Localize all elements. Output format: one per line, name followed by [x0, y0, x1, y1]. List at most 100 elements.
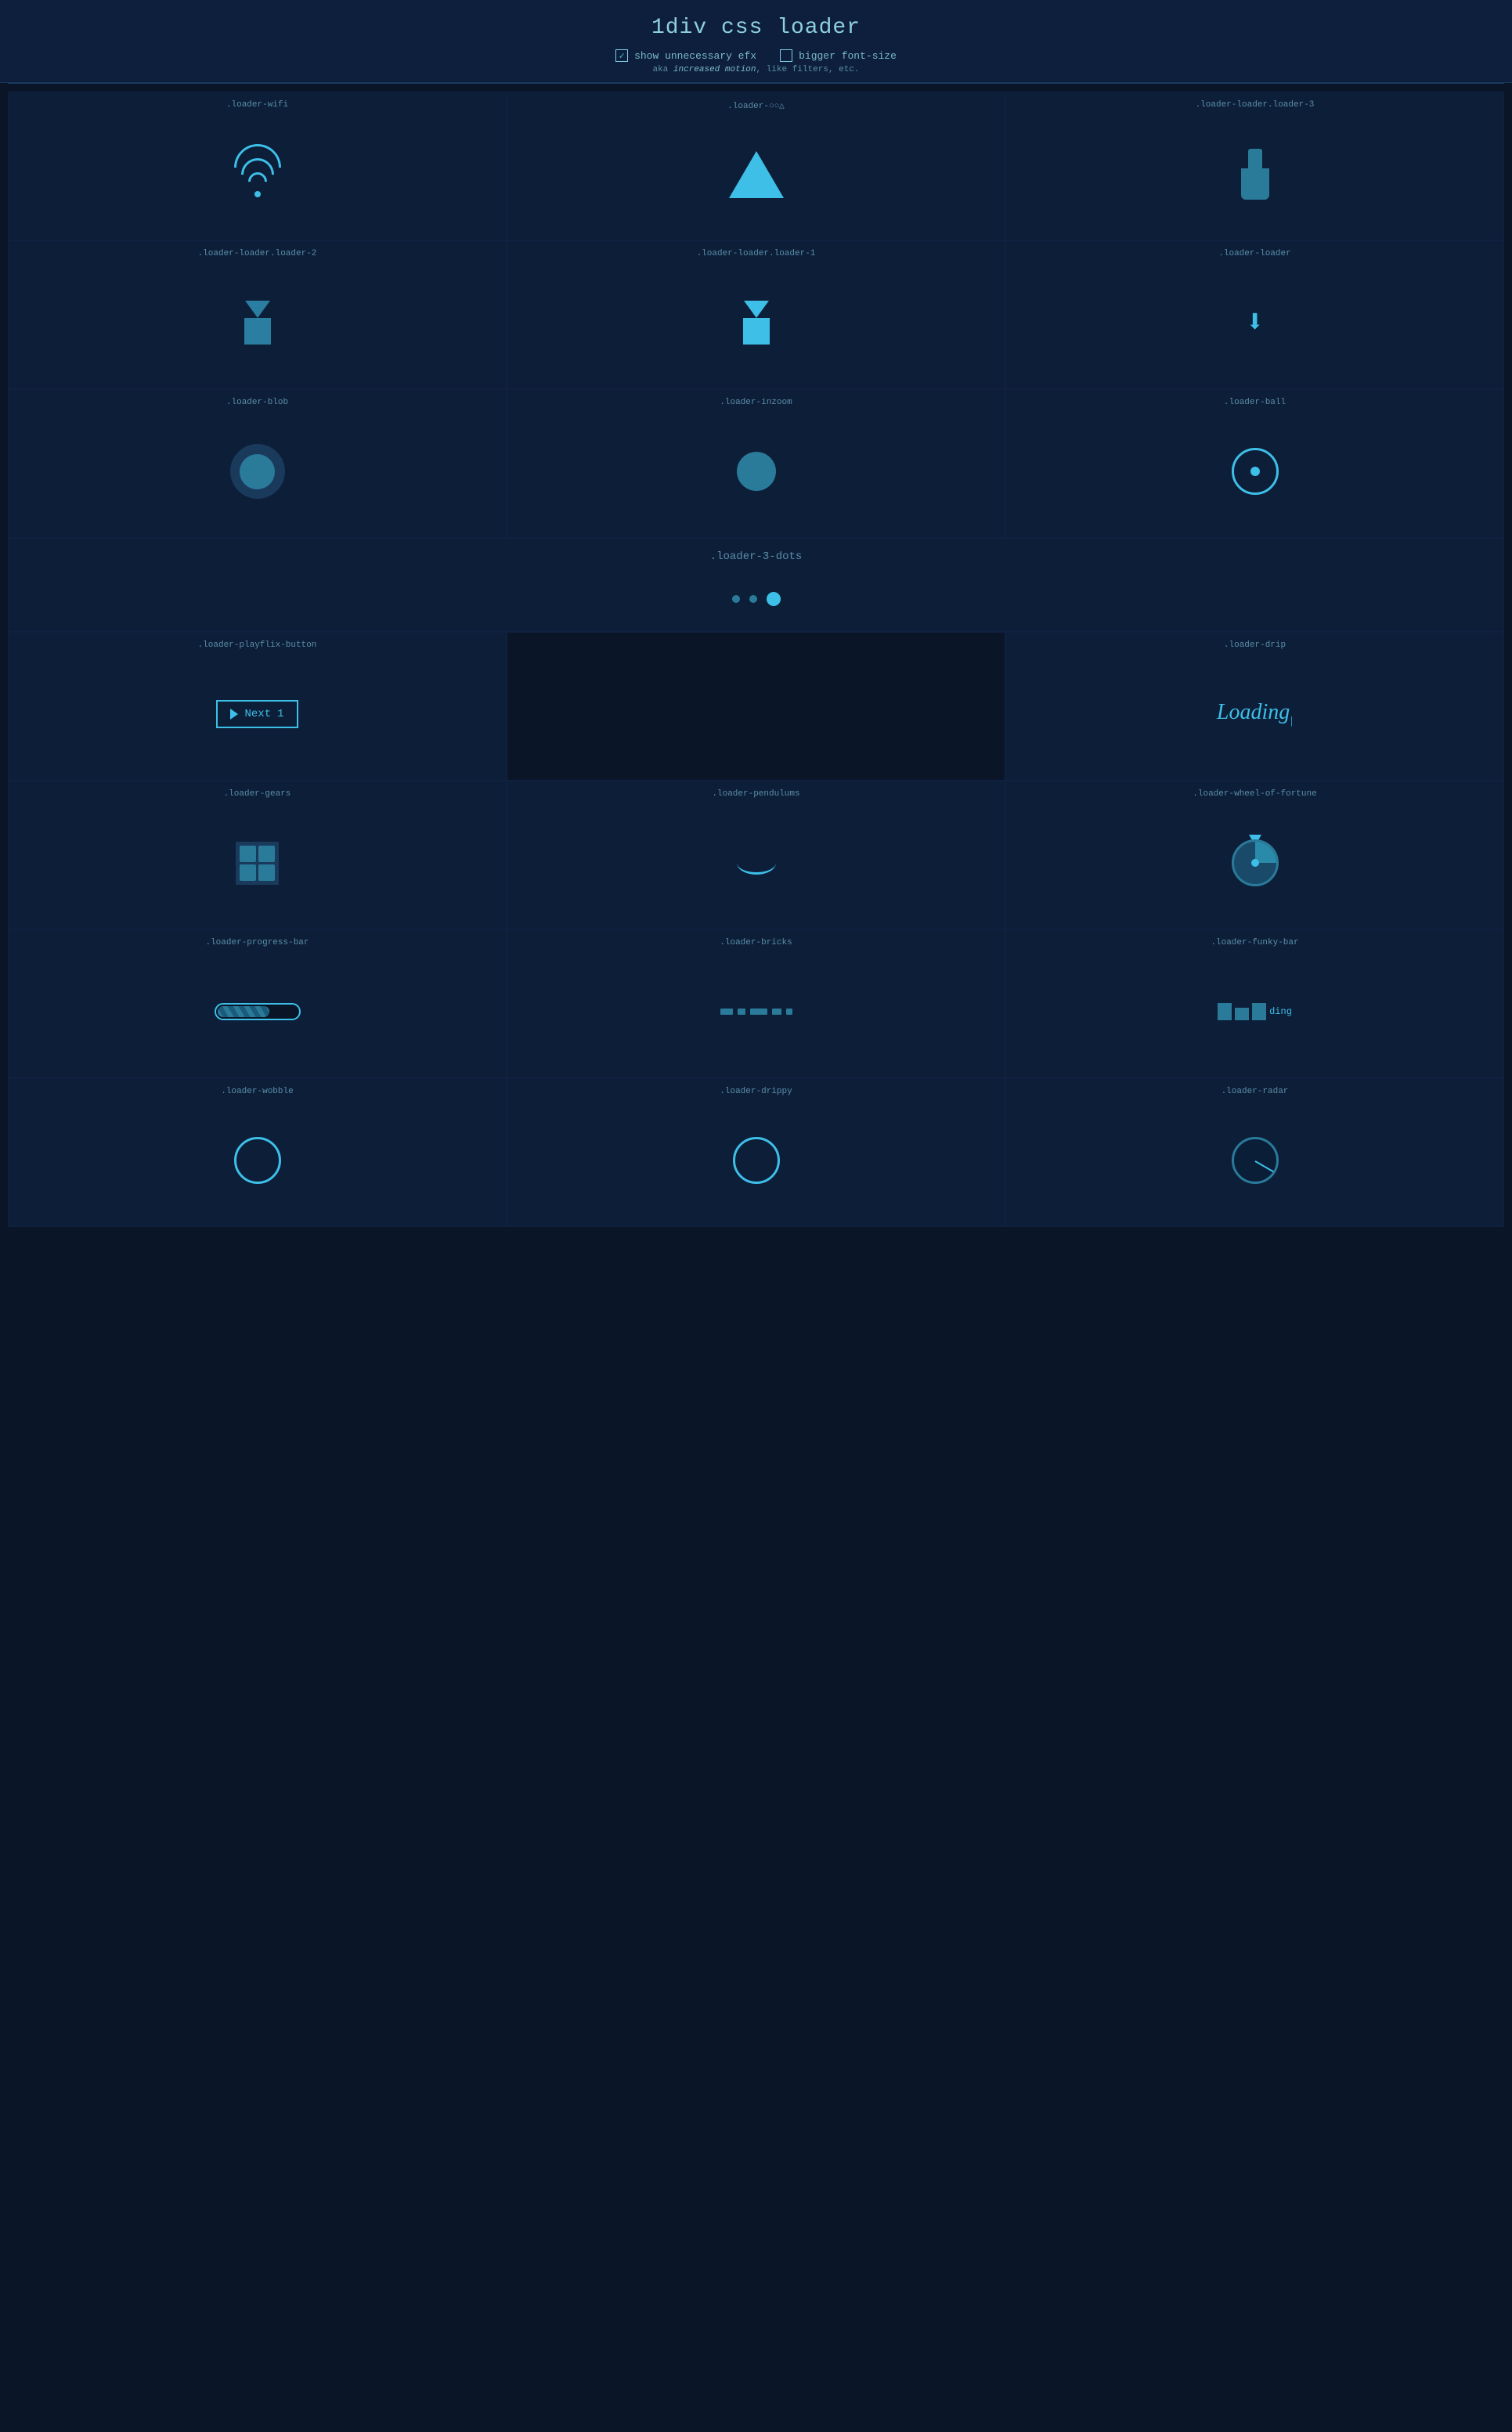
label-loader-bricks: .loader-bricks: [515, 938, 997, 947]
label-loader-inzoom: .loader-inzoom: [515, 398, 997, 407]
cell-loader-progress: .loader-progress-bar: [8, 929, 507, 1078]
gear-sq-1: [240, 846, 256, 862]
bottle-neck: [1248, 149, 1262, 168]
cell-loader-wobble: .loader-wobble: [8, 1078, 507, 1227]
label-loader-progress: .loader-progress-bar: [16, 938, 498, 947]
visual-loader-funky: ding: [1014, 954, 1496, 1070]
show-efx-checkbox[interactable]: ✓: [615, 49, 628, 62]
show-efx-group[interactable]: ✓ show unnecessary efx: [615, 49, 756, 62]
cell-loader-gears: .loader-gears: [8, 781, 507, 929]
page-title: 1div css loader: [8, 16, 1504, 40]
playflix-button[interactable]: Next 1: [216, 700, 298, 728]
label-loader-loader3: .loader-loader.loader-3: [1014, 100, 1496, 110]
cell-loader-bricks: .loader-bricks: [507, 929, 1005, 1078]
ball-icon: [1232, 448, 1279, 495]
funky-seg-1: [1218, 1003, 1232, 1020]
bottle-body: [1241, 168, 1269, 200]
cell-loader-blob: .loader-blob: [8, 389, 507, 538]
funky-segments: [1218, 1003, 1266, 1020]
radar-line: [1254, 1160, 1273, 1172]
label-loader-wobble: .loader-wobble: [16, 1087, 498, 1096]
bigger-font-group[interactable]: bigger font-size: [780, 49, 897, 62]
playflix-num: 1: [277, 708, 283, 720]
bigger-font-label: bigger font-size: [799, 50, 897, 62]
arrow-box-icon2: [743, 301, 770, 345]
cell-loader-loader2: .loader-loader.loader-2: [8, 240, 507, 389]
loader-grid: .loader-wifi .loader-○○△ .loader-loader.…: [0, 84, 1512, 1235]
visual-loader-loader2: [16, 265, 498, 381]
visual-loader-drippy: [515, 1102, 997, 1218]
dot-1: [732, 595, 740, 603]
brick-2: [738, 1009, 745, 1015]
cell-loader-loader3: .loader-loader.loader-3: [1005, 92, 1504, 240]
visual-loader-blob: [16, 413, 498, 529]
visual-loader-inzoom: [515, 413, 997, 529]
visual-loader-wheel: [1014, 805, 1496, 921]
visual-loader-loader3: [1014, 116, 1496, 232]
playflix-label: Next: [244, 708, 271, 720]
progress-fill: [218, 1006, 269, 1017]
play-icon: [230, 709, 238, 720]
box-square-icon: [244, 318, 271, 345]
cell-placeholder: [507, 632, 1005, 781]
label-loader-3dots: .loader-3-dots: [20, 550, 1492, 563]
gear-sq-2: [258, 846, 275, 862]
arrow-box-icon: [244, 301, 271, 345]
box-square-icon2: [743, 318, 770, 345]
visual-loader-loader: ⬇: [1014, 265, 1496, 381]
cell-loader-ball: .loader-ball: [1005, 389, 1504, 538]
cell-loader-wifi: .loader-wifi: [8, 92, 507, 240]
label-loader-wheel: .loader-wheel-of-fortune: [1014, 789, 1496, 799]
bigger-font-checkbox[interactable]: [780, 49, 792, 62]
wifi-icon: [230, 150, 285, 197]
down-arrow-icon: [245, 301, 270, 318]
label-loader-drip: .loader-drip: [1014, 640, 1496, 650]
ball-inner: [1250, 467, 1260, 476]
wheel-center: [1251, 859, 1259, 867]
wheel-icon: [1232, 839, 1279, 886]
label-loader-playflix: .loader-playflix-button: [16, 640, 498, 650]
cell-loader-wheel: .loader-wheel-of-fortune: [1005, 781, 1504, 929]
gears-icon: [236, 842, 279, 885]
dot-2: [749, 595, 757, 603]
label-loader-loader: .loader-loader: [1014, 249, 1496, 258]
wifi-dot: [254, 191, 261, 197]
label-loader-wifi: .loader-wifi: [16, 100, 498, 110]
label-loader-loader2: .loader-loader.loader-2: [16, 249, 498, 258]
cell-loader-pendulums: .loader-pendulums: [507, 781, 1005, 929]
visual-loader-loader1: [515, 265, 997, 381]
drippy-icon: [733, 1137, 780, 1184]
cell-loader-radar: .loader-radar: [1005, 1078, 1504, 1227]
show-efx-label: show unnecessary efx: [634, 50, 756, 62]
funky-text: ding: [1269, 1006, 1292, 1017]
inzoom-icon: [737, 452, 776, 491]
visual-loader-wifi: [16, 116, 498, 232]
down-arrow-icon2: [744, 301, 769, 318]
header: 1div css loader ✓ show unnecessary efx b…: [0, 0, 1512, 83]
visual-loader-gears: [16, 805, 498, 921]
visual-loader-pendulums: [515, 805, 997, 921]
cell-loader-funky: .loader-funky-bar ding: [1005, 929, 1504, 1078]
cell-loader-drip: .loader-drip Loading|: [1005, 632, 1504, 781]
visual-loader-ball: [1014, 413, 1496, 529]
label-loader-drippy: .loader-drippy: [515, 1087, 997, 1096]
simple-arrow-icon: ⬇: [1245, 304, 1264, 342]
visual-loader-3dots: [20, 579, 1492, 619]
label-loader-gears: .loader-gears: [16, 789, 498, 799]
funky-bar-icon: ding: [1218, 1003, 1292, 1020]
label-loader-pendulums: .loader-pendulums: [515, 789, 997, 799]
visual-loader-playflix: Next 1: [16, 656, 498, 772]
radar-icon: [1232, 1137, 1279, 1184]
visual-loader-drip: Loading|: [1014, 656, 1496, 772]
visual-loader-radar: [1014, 1102, 1496, 1218]
brick-3: [750, 1009, 767, 1015]
wheel-container: [1232, 839, 1279, 886]
visual-loader-triangle: [515, 117, 997, 232]
wobble-icon: [234, 1137, 281, 1184]
funky-seg-3: [1252, 1003, 1266, 1020]
cell-loader-loader: .loader-loader ⬇: [1005, 240, 1504, 389]
cell-loader-drippy: .loader-drippy: [507, 1078, 1005, 1227]
blob-icon: [230, 444, 285, 499]
three-dots-icon: [732, 592, 781, 606]
label-loader-loader1: .loader-loader.loader-1: [515, 249, 997, 258]
